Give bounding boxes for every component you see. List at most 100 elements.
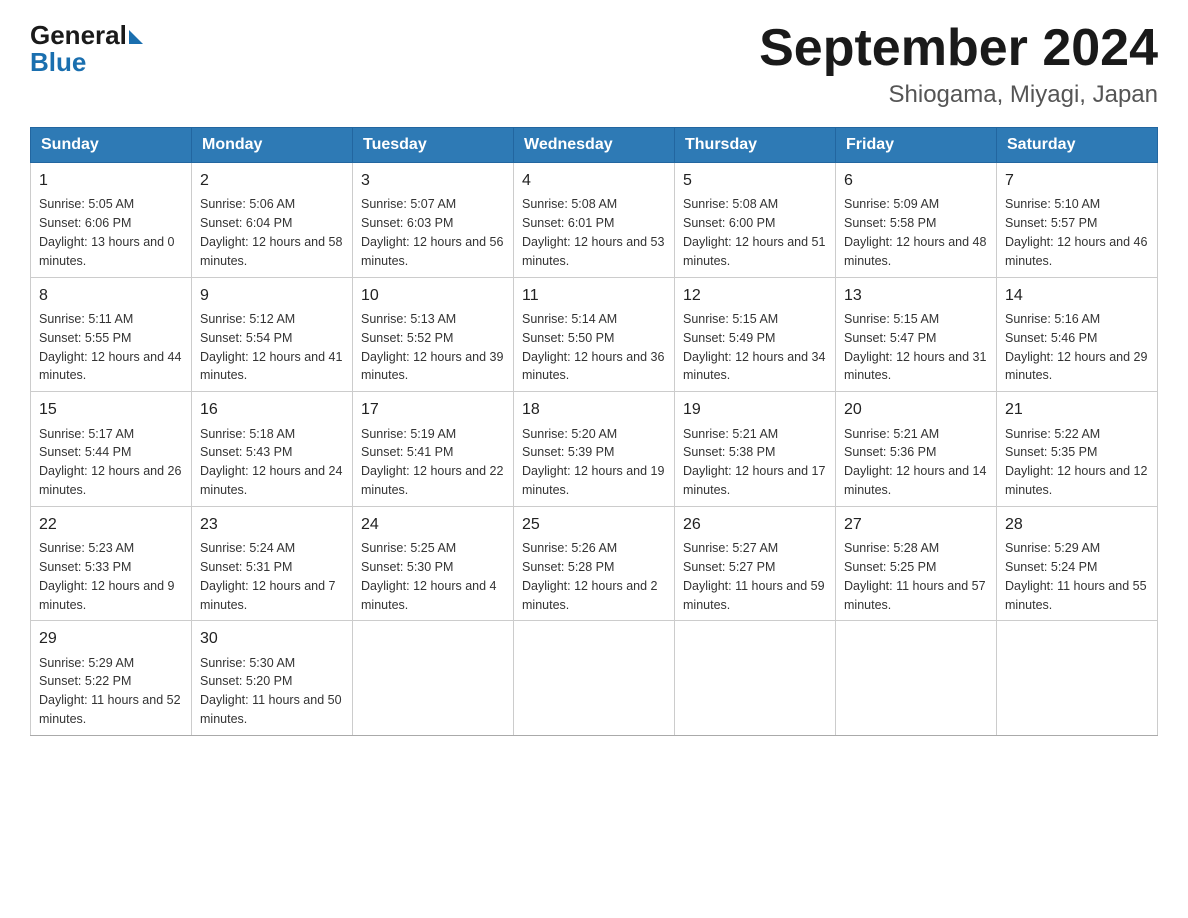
- calendar-cell: 28 Sunrise: 5:29 AMSunset: 5:24 PMDaylig…: [997, 506, 1158, 621]
- calendar-cell: 10 Sunrise: 5:13 AMSunset: 5:52 PMDaylig…: [353, 277, 514, 392]
- header: General Blue September 2024 Shiogama, Mi…: [30, 20, 1158, 109]
- calendar-cell: [675, 621, 836, 736]
- day-number: 19: [683, 398, 827, 421]
- day-info: Sunrise: 5:20 AMSunset: 5:39 PMDaylight:…: [522, 427, 664, 498]
- calendar-cell: 14 Sunrise: 5:16 AMSunset: 5:46 PMDaylig…: [997, 277, 1158, 392]
- calendar-week-2: 8 Sunrise: 5:11 AMSunset: 5:55 PMDayligh…: [31, 277, 1158, 392]
- day-info: Sunrise: 5:15 AMSunset: 5:49 PMDaylight:…: [683, 312, 825, 383]
- day-info: Sunrise: 5:13 AMSunset: 5:52 PMDaylight:…: [361, 312, 503, 383]
- calendar-cell: 11 Sunrise: 5:14 AMSunset: 5:50 PMDaylig…: [514, 277, 675, 392]
- day-info: Sunrise: 5:26 AMSunset: 5:28 PMDaylight:…: [522, 541, 658, 612]
- calendar-cell: [353, 621, 514, 736]
- day-number: 26: [683, 513, 827, 536]
- calendar-cell: 7 Sunrise: 5:10 AMSunset: 5:57 PMDayligh…: [997, 163, 1158, 278]
- calendar-cell: 27 Sunrise: 5:28 AMSunset: 5:25 PMDaylig…: [836, 506, 997, 621]
- day-number: 22: [39, 513, 183, 536]
- day-number: 7: [1005, 169, 1149, 192]
- calendar-cell: 16 Sunrise: 5:18 AMSunset: 5:43 PMDaylig…: [192, 392, 353, 507]
- day-number: 16: [200, 398, 344, 421]
- calendar-cell: 25 Sunrise: 5:26 AMSunset: 5:28 PMDaylig…: [514, 506, 675, 621]
- calendar-cell: 1 Sunrise: 5:05 AMSunset: 6:06 PMDayligh…: [31, 163, 192, 278]
- logo-blue-text: Blue: [30, 47, 86, 78]
- day-number: 21: [1005, 398, 1149, 421]
- day-number: 25: [522, 513, 666, 536]
- day-info: Sunrise: 5:12 AMSunset: 5:54 PMDaylight:…: [200, 312, 342, 383]
- calendar-header-saturday: Saturday: [997, 128, 1158, 163]
- day-info: Sunrise: 5:14 AMSunset: 5:50 PMDaylight:…: [522, 312, 664, 383]
- day-info: Sunrise: 5:29 AMSunset: 5:22 PMDaylight:…: [39, 656, 181, 727]
- calendar-header-wednesday: Wednesday: [514, 128, 675, 163]
- calendar-cell: 17 Sunrise: 5:19 AMSunset: 5:41 PMDaylig…: [353, 392, 514, 507]
- title-area: September 2024 Shiogama, Miyagi, Japan: [759, 20, 1158, 109]
- day-number: 1: [39, 169, 183, 192]
- calendar-cell: 8 Sunrise: 5:11 AMSunset: 5:55 PMDayligh…: [31, 277, 192, 392]
- day-info: Sunrise: 5:06 AMSunset: 6:04 PMDaylight:…: [200, 197, 342, 268]
- day-info: Sunrise: 5:27 AMSunset: 5:27 PMDaylight:…: [683, 541, 825, 612]
- day-number: 2: [200, 169, 344, 192]
- day-info: Sunrise: 5:17 AMSunset: 5:44 PMDaylight:…: [39, 427, 181, 498]
- day-info: Sunrise: 5:18 AMSunset: 5:43 PMDaylight:…: [200, 427, 342, 498]
- calendar-cell: 30 Sunrise: 5:30 AMSunset: 5:20 PMDaylig…: [192, 621, 353, 736]
- day-number: 24: [361, 513, 505, 536]
- calendar-cell: 23 Sunrise: 5:24 AMSunset: 5:31 PMDaylig…: [192, 506, 353, 621]
- day-number: 13: [844, 284, 988, 307]
- day-number: 5: [683, 169, 827, 192]
- calendar-header-sunday: Sunday: [31, 128, 192, 163]
- day-info: Sunrise: 5:28 AMSunset: 5:25 PMDaylight:…: [844, 541, 986, 612]
- calendar-header-thursday: Thursday: [675, 128, 836, 163]
- day-number: 18: [522, 398, 666, 421]
- calendar-week-3: 15 Sunrise: 5:17 AMSunset: 5:44 PMDaylig…: [31, 392, 1158, 507]
- calendar-week-5: 29 Sunrise: 5:29 AMSunset: 5:22 PMDaylig…: [31, 621, 1158, 736]
- calendar-cell: 13 Sunrise: 5:15 AMSunset: 5:47 PMDaylig…: [836, 277, 997, 392]
- calendar-week-4: 22 Sunrise: 5:23 AMSunset: 5:33 PMDaylig…: [31, 506, 1158, 621]
- day-number: 20: [844, 398, 988, 421]
- calendar-cell: 29 Sunrise: 5:29 AMSunset: 5:22 PMDaylig…: [31, 621, 192, 736]
- calendar-cell: [836, 621, 997, 736]
- calendar-cell: 19 Sunrise: 5:21 AMSunset: 5:38 PMDaylig…: [675, 392, 836, 507]
- day-info: Sunrise: 5:07 AMSunset: 6:03 PMDaylight:…: [361, 197, 503, 268]
- calendar-cell: [997, 621, 1158, 736]
- day-info: Sunrise: 5:11 AMSunset: 5:55 PMDaylight:…: [39, 312, 181, 383]
- calendar-cell: [514, 621, 675, 736]
- calendar-cell: 22 Sunrise: 5:23 AMSunset: 5:33 PMDaylig…: [31, 506, 192, 621]
- day-info: Sunrise: 5:23 AMSunset: 5:33 PMDaylight:…: [39, 541, 175, 612]
- calendar-header-row: SundayMondayTuesdayWednesdayThursdayFrid…: [31, 128, 1158, 163]
- day-info: Sunrise: 5:08 AMSunset: 6:00 PMDaylight:…: [683, 197, 825, 268]
- calendar-cell: 24 Sunrise: 5:25 AMSunset: 5:30 PMDaylig…: [353, 506, 514, 621]
- day-number: 27: [844, 513, 988, 536]
- day-number: 15: [39, 398, 183, 421]
- day-number: 28: [1005, 513, 1149, 536]
- day-number: 17: [361, 398, 505, 421]
- day-info: Sunrise: 5:30 AMSunset: 5:20 PMDaylight:…: [200, 656, 342, 727]
- day-info: Sunrise: 5:10 AMSunset: 5:57 PMDaylight:…: [1005, 197, 1147, 268]
- day-info: Sunrise: 5:16 AMSunset: 5:46 PMDaylight:…: [1005, 312, 1147, 383]
- day-info: Sunrise: 5:25 AMSunset: 5:30 PMDaylight:…: [361, 541, 497, 612]
- calendar-cell: 5 Sunrise: 5:08 AMSunset: 6:00 PMDayligh…: [675, 163, 836, 278]
- calendar-cell: 18 Sunrise: 5:20 AMSunset: 5:39 PMDaylig…: [514, 392, 675, 507]
- calendar-header-tuesday: Tuesday: [353, 128, 514, 163]
- calendar-cell: 12 Sunrise: 5:15 AMSunset: 5:49 PMDaylig…: [675, 277, 836, 392]
- calendar-cell: 9 Sunrise: 5:12 AMSunset: 5:54 PMDayligh…: [192, 277, 353, 392]
- calendar-cell: 6 Sunrise: 5:09 AMSunset: 5:58 PMDayligh…: [836, 163, 997, 278]
- calendar-table: SundayMondayTuesdayWednesdayThursdayFrid…: [30, 127, 1158, 736]
- logo-arrow-icon: [129, 30, 143, 44]
- day-number: 4: [522, 169, 666, 192]
- day-number: 29: [39, 627, 183, 650]
- calendar-cell: 2 Sunrise: 5:06 AMSunset: 6:04 PMDayligh…: [192, 163, 353, 278]
- calendar-cell: 21 Sunrise: 5:22 AMSunset: 5:35 PMDaylig…: [997, 392, 1158, 507]
- page-subtitle: Shiogama, Miyagi, Japan: [759, 81, 1158, 109]
- day-info: Sunrise: 5:19 AMSunset: 5:41 PMDaylight:…: [361, 427, 503, 498]
- day-number: 14: [1005, 284, 1149, 307]
- day-number: 6: [844, 169, 988, 192]
- day-info: Sunrise: 5:24 AMSunset: 5:31 PMDaylight:…: [200, 541, 336, 612]
- day-number: 10: [361, 284, 505, 307]
- day-info: Sunrise: 5:09 AMSunset: 5:58 PMDaylight:…: [844, 197, 986, 268]
- calendar-cell: 15 Sunrise: 5:17 AMSunset: 5:44 PMDaylig…: [31, 392, 192, 507]
- day-number: 23: [200, 513, 344, 536]
- day-info: Sunrise: 5:08 AMSunset: 6:01 PMDaylight:…: [522, 197, 664, 268]
- day-number: 8: [39, 284, 183, 307]
- calendar-cell: 4 Sunrise: 5:08 AMSunset: 6:01 PMDayligh…: [514, 163, 675, 278]
- page-title: September 2024: [759, 20, 1158, 77]
- day-info: Sunrise: 5:22 AMSunset: 5:35 PMDaylight:…: [1005, 427, 1147, 498]
- day-number: 11: [522, 284, 666, 307]
